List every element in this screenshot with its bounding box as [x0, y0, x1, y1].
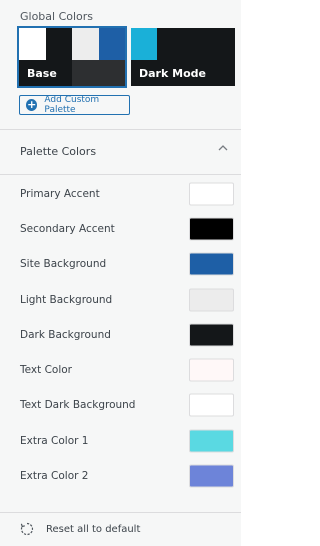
- color-swatch-button[interactable]: [189, 323, 234, 347]
- palette-dark-mode[interactable]: Dark Mode: [131, 28, 235, 86]
- color-swatch-button[interactable]: [189, 429, 234, 453]
- palette-color-row: Extra Color 2: [0, 458, 241, 493]
- palette-color-row: Secondary Accent: [0, 211, 241, 246]
- palette-color-label: Extra Color 1: [20, 434, 89, 447]
- color-swatch-button[interactable]: [189, 358, 234, 382]
- palette-swatch: [72, 28, 99, 60]
- palette-base[interactable]: Base: [17, 26, 127, 88]
- palette-color-list: Primary Accent Secondary Accent Site Backg…: [0, 176, 241, 494]
- palette-swatch: [98, 60, 125, 86]
- palette-color-row: Site Background: [0, 247, 241, 282]
- palette-base-label: Base: [27, 67, 57, 80]
- palette-dark-top: [131, 28, 235, 60]
- palette-color-row: Text Dark Background: [0, 388, 241, 423]
- add-custom-palette-label: Add Custom Palette: [44, 95, 100, 115]
- palette-swatch: [157, 28, 183, 60]
- palette-swatch: [45, 28, 72, 60]
- palette-swatch: [209, 60, 235, 86]
- palette-color-label: Extra Color 2: [20, 470, 89, 483]
- palette-dark-label: Dark Mode: [139, 67, 206, 80]
- palette-color-row: Light Background: [0, 282, 241, 317]
- palette-swatch: [183, 28, 209, 60]
- palette-color-label: Light Background: [20, 293, 113, 306]
- palette-base-top: [19, 28, 125, 60]
- palette-swatch: [131, 28, 157, 60]
- palette-color-label: Primary Accent: [20, 187, 100, 200]
- color-swatch-button[interactable]: [189, 288, 234, 312]
- palette-color-label: Dark Background: [20, 328, 111, 341]
- reset-all-button[interactable]: Reset all to default: [0, 512, 241, 546]
- palette-swatch: [98, 28, 125, 60]
- plus-circle-icon: +: [26, 98, 38, 111]
- palette-color-label: Text Color: [20, 364, 72, 377]
- color-swatch-button[interactable]: [189, 464, 234, 488]
- reset-icon: [20, 522, 34, 536]
- color-swatch-button[interactable]: [189, 252, 234, 276]
- global-colors-section: Global Colors Base Dark Mode + Add Custo…: [0, 0, 241, 128]
- color-swatch-button[interactable]: [189, 217, 234, 241]
- palette-color-row: Dark Background: [0, 317, 241, 352]
- palette-swatch: [72, 60, 99, 86]
- palette-color-label: Site Background: [20, 258, 107, 271]
- palette-color-row: Extra Color 1: [0, 423, 241, 458]
- color-swatch-button[interactable]: [189, 393, 234, 417]
- reset-all-label: Reset all to default: [46, 524, 141, 535]
- palette-color-label: Secondary Accent: [20, 222, 115, 235]
- global-colors-title: Global Colors: [20, 10, 94, 23]
- customizer-panel: Global Colors Base Dark Mode + Add Custo…: [0, 0, 241, 546]
- palette-color-row: Text Color: [0, 352, 241, 387]
- chevron-up-icon[interactable]: [217, 142, 229, 154]
- add-custom-palette-button[interactable]: + Add Custom Palette: [19, 95, 130, 115]
- palette-swatch: [19, 28, 46, 60]
- color-swatch-button[interactable]: [189, 182, 234, 206]
- palette-color-label: Text Dark Background: [20, 399, 136, 412]
- palette-colors-header[interactable]: Palette Colors: [0, 129, 241, 175]
- palette-colors-title: Palette Colors: [20, 145, 97, 158]
- palette-swatch: [209, 28, 235, 60]
- palette-color-row: Primary Accent: [0, 176, 241, 211]
